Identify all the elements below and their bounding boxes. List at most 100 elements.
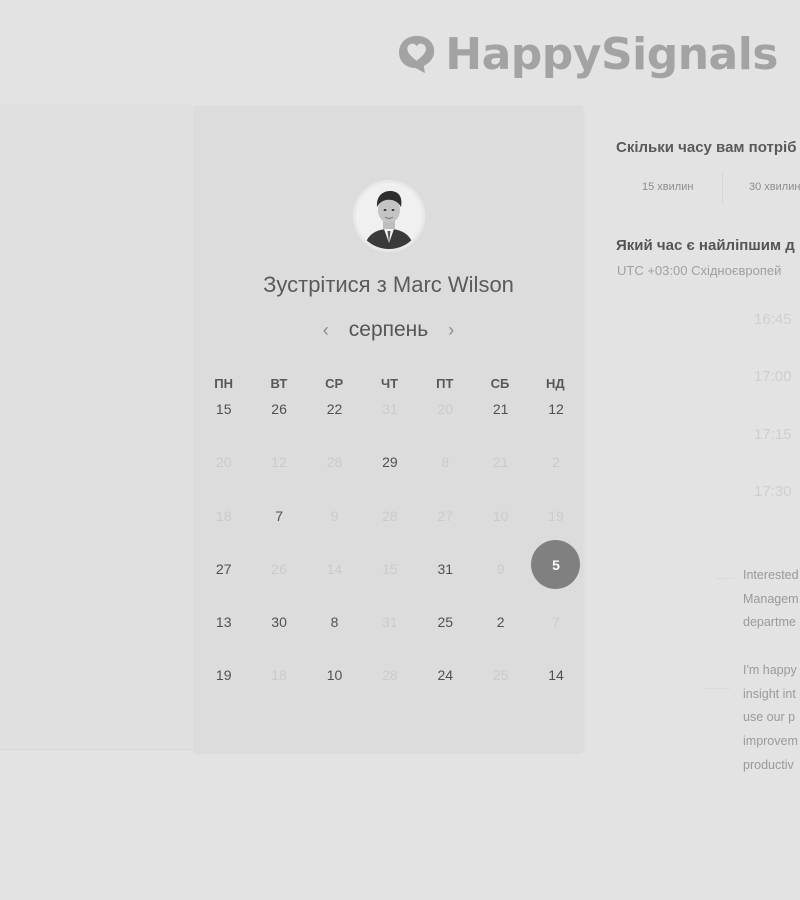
day-number: 12	[271, 454, 287, 471]
duration-options: 15 хвилин 30 хвилин	[616, 172, 800, 204]
calendar-day: 20	[418, 394, 473, 447]
day-number: 31	[382, 614, 398, 631]
calendar-day: 27	[418, 501, 473, 554]
day-number: 18	[215, 507, 232, 524]
calendar-day[interactable]: 14	[528, 660, 583, 713]
calendar-day[interactable]: 26	[251, 394, 306, 447]
day-number: 18	[271, 667, 287, 684]
brand-name: HappySignals	[445, 28, 778, 80]
calendar-day: 21	[473, 447, 528, 500]
day-number: 5	[552, 556, 560, 573]
divider	[704, 688, 730, 689]
calendar-day[interactable]: 13	[196, 607, 251, 660]
heart-speech-bubble-icon	[399, 35, 435, 74]
calendar-day: 9	[473, 554, 528, 607]
calendar-day[interactable]: 29	[362, 447, 417, 500]
calendar-day: 28	[307, 447, 362, 500]
day-number: 28	[326, 454, 343, 471]
day-number: 19	[548, 507, 564, 524]
calendar-day[interactable]: 24	[418, 660, 473, 713]
weekday-label: ПН	[214, 376, 233, 391]
day-number: 2	[552, 454, 560, 471]
day-number: 29	[382, 454, 398, 471]
calendar-day[interactable]: 15	[196, 394, 251, 447]
calendar-day: 28	[362, 660, 417, 713]
person-portrait-icon	[356, 183, 422, 249]
calendar-day[interactable]: 7	[251, 501, 306, 554]
calendar-day[interactable]: 22	[307, 394, 362, 447]
calendar-day[interactable]: 21	[473, 394, 528, 447]
booking-card: Зустрітися з Marc Wilson ‹ серпень › ПН …	[194, 106, 583, 752]
day-number: 21	[492, 454, 509, 471]
day-number: 15	[215, 401, 232, 417]
description-line: use our p	[743, 710, 796, 725]
day-number: 13	[215, 614, 232, 631]
calendar-day-selected[interactable]: 5	[528, 539, 583, 607]
calendar-day[interactable]: 19	[196, 660, 251, 713]
day-number: 14	[326, 560, 343, 577]
duration-option[interactable]: 30 хвилин	[723, 172, 800, 204]
day-number: 15	[382, 560, 398, 577]
calendar-grid: 15 26 22 31 20 21 12 20 12 28 29 8 21 2 18 7 9 28 27 10 19 27…	[194, 394, 583, 714]
duration-option[interactable]: 15 хвилин	[616, 172, 723, 204]
calendar-day: 10	[473, 501, 528, 554]
weekday-label: СБ	[490, 376, 510, 391]
day-number: 25	[437, 614, 454, 631]
day-number: 7	[552, 614, 560, 631]
description-line: Managem	[743, 591, 799, 606]
timezone-selector[interactable]: UTC +03:00 Східноєвропей	[617, 263, 800, 278]
description-line: productiv	[743, 757, 794, 772]
day-number: 25	[492, 667, 509, 684]
calendar-day[interactable]: 30	[251, 607, 306, 660]
calendar-day[interactable]: 10	[307, 660, 362, 713]
time-slot[interactable]: 17:15	[754, 426, 800, 483]
calendar-day: 28	[362, 501, 417, 554]
description-paragraph: Interested Managem departme	[743, 564, 800, 635]
calendar-day: 12	[251, 447, 306, 500]
time-slot[interactable]: 16:45	[754, 311, 800, 368]
chevron-left-icon[interactable]: ‹	[311, 320, 341, 341]
month-label: серпень	[348, 318, 429, 341]
day-number: 22	[326, 401, 343, 417]
description-paragraph: I'm happy insight int use our p improvem…	[743, 659, 800, 778]
time-question: Який час є найліпшим д	[616, 237, 795, 254]
calendar-day: 8	[418, 447, 473, 500]
left-panel	[0, 104, 192, 750]
time-slot[interactable]: 17:30	[754, 483, 800, 540]
day-number: 8	[441, 454, 450, 471]
weekday-label: ЧТ	[380, 376, 399, 391]
calendar-day: 18	[251, 660, 306, 713]
duration-question: Скільки часу вам потріб	[616, 139, 797, 156]
description-line: I'm happy	[743, 663, 797, 677]
day-number: 27	[437, 507, 454, 524]
day-number: 9	[330, 507, 339, 524]
time-slot[interactable]: 17:00	[754, 368, 800, 425]
happysignals-logo: HappySignals	[398, 14, 778, 94]
calendar-day[interactable]: 27	[196, 554, 251, 607]
day-number: 14	[548, 667, 564, 684]
day-number: 2	[496, 614, 505, 631]
avatar	[353, 180, 425, 252]
calendar-day: 18	[196, 501, 251, 554]
day-number: 20	[437, 401, 454, 417]
calendar-day[interactable]: 2	[473, 607, 528, 660]
calendar-day: 9	[307, 501, 362, 554]
calendar-day: 31	[362, 394, 417, 447]
weekday-header: ПН ВТ СР ЧТ ПТ СБ НД	[194, 376, 583, 391]
day-number: 30	[271, 614, 287, 631]
meeting-title: Зустрітися з Marc Wilson	[263, 272, 514, 297]
calendar-day[interactable]: 25	[418, 607, 473, 660]
day-number: 10	[326, 667, 343, 684]
day-number: 31	[382, 401, 398, 417]
day-number: 9	[496, 560, 505, 577]
day-number: 21	[492, 401, 509, 417]
day-number: 19	[215, 667, 232, 684]
day-number: 28	[382, 507, 398, 524]
calendar-day: 31	[362, 607, 417, 660]
calendar-day[interactable]: 12	[528, 394, 583, 447]
chevron-right-icon[interactable]: ›	[436, 320, 466, 341]
calendar-day[interactable]: 8	[307, 607, 362, 660]
weekday-label: ВТ	[270, 376, 288, 391]
calendar-day[interactable]: 31	[418, 554, 473, 607]
day-number: 20	[215, 454, 232, 471]
